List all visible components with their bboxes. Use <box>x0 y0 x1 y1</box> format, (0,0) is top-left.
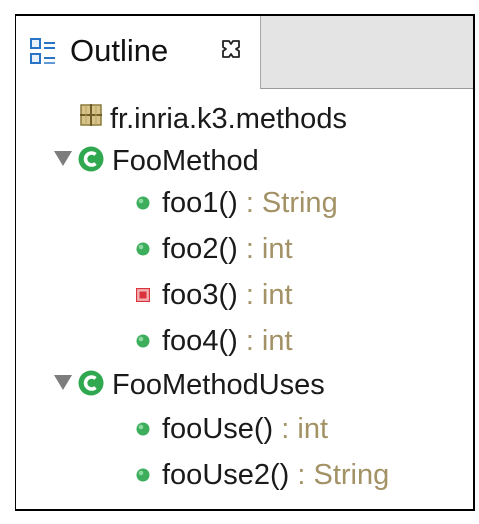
tree-item-method[interactable]: foo2() : int <box>16 228 473 270</box>
method-return-type: : int <box>273 413 329 445</box>
method-return-type: : int <box>237 325 293 357</box>
expand-toggle-icon[interactable] <box>54 151 72 166</box>
method-name: foo4() <box>162 325 238 357</box>
class-icon <box>78 146 104 172</box>
outline-view-icon <box>30 38 55 64</box>
tree-item-class-foomethod[interactable]: FooMethod <box>16 140 473 182</box>
method-return-type: : String <box>289 459 390 491</box>
tree-item-method[interactable]: foo3() : int <box>16 274 473 316</box>
outline-view: Outline fr.inria.k3.methods FooMethod fo… <box>15 14 475 511</box>
public-method-icon <box>136 334 150 348</box>
class-name: FooMethodUses <box>112 369 325 401</box>
close-icon[interactable] <box>219 37 243 61</box>
tree-item-method[interactable]: foo4() : int <box>16 320 473 362</box>
package-icon <box>80 104 102 126</box>
expand-toggle-icon[interactable] <box>54 375 72 390</box>
method-return-type: : int <box>237 279 293 311</box>
method-name: fooUse() <box>162 413 274 445</box>
class-icon <box>78 370 104 396</box>
tree-item-method[interactable]: fooUse() : int <box>16 408 473 450</box>
public-method-icon <box>136 196 150 210</box>
tree-item-class-foomethoduses[interactable]: FooMethodUses <box>16 364 473 406</box>
tree-item-method[interactable]: fooUse2() : String <box>16 454 473 496</box>
method-return-type: : String <box>237 187 338 219</box>
public-method-icon <box>136 422 150 436</box>
outline-tree: fr.inria.k3.methods FooMethod foo1() : S… <box>16 98 473 509</box>
method-name: foo3() <box>162 279 238 311</box>
private-method-icon <box>136 288 150 302</box>
tab-title: Outline <box>70 33 169 68</box>
tree-item-package[interactable]: fr.inria.k3.methods <box>16 98 473 140</box>
method-name: foo2() <box>162 233 238 265</box>
method-name: fooUse2() <box>162 459 290 491</box>
public-method-icon <box>136 242 150 256</box>
method-return-type: : int <box>237 233 293 265</box>
public-method-icon <box>136 468 150 482</box>
view-tab-strip: Outline <box>16 16 473 89</box>
method-name: foo1() <box>162 187 238 219</box>
package-label: fr.inria.k3.methods <box>110 103 347 135</box>
tab-outline[interactable]: Outline <box>16 16 261 89</box>
tree-item-method[interactable]: foo1() : String <box>16 182 473 224</box>
class-name: FooMethod <box>112 145 259 177</box>
